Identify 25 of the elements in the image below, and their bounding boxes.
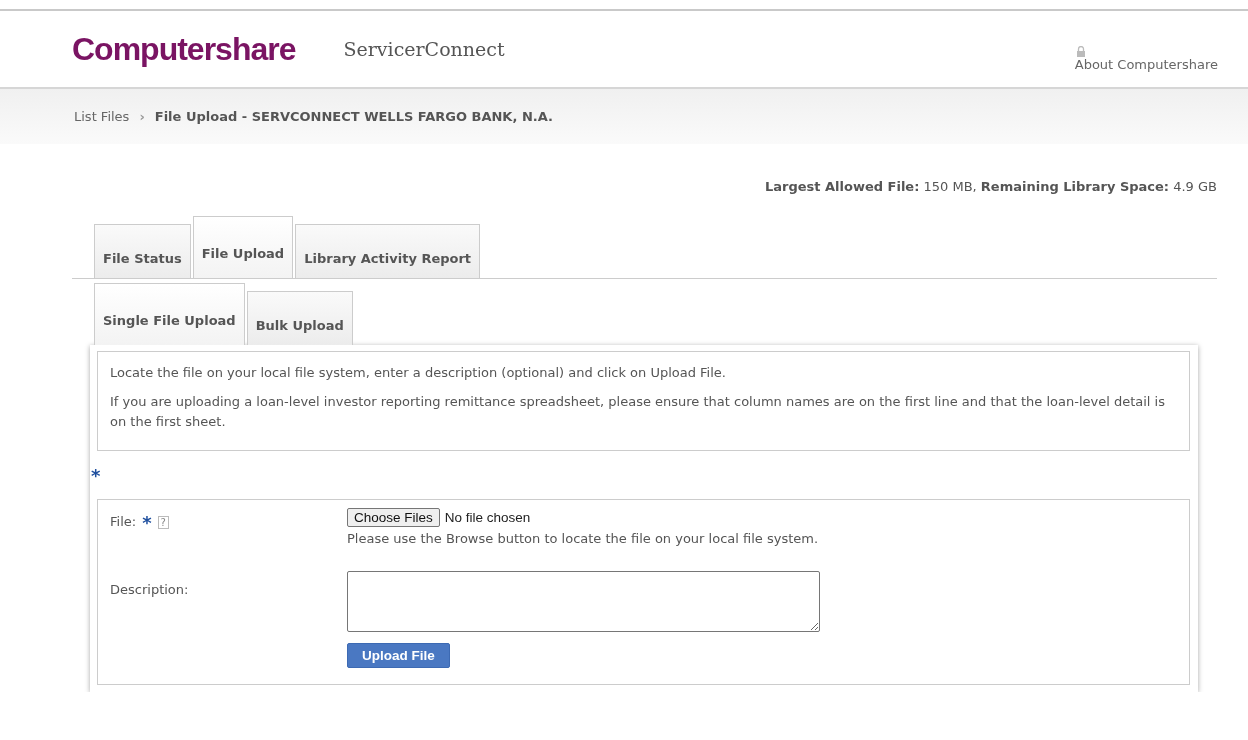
tab[interactable]: File Upload bbox=[192, 216, 294, 278]
field-label: Description: bbox=[110, 582, 189, 597]
tab[interactable]: File Status bbox=[94, 224, 191, 278]
breadcrumb-current: File Upload - SERVCONNECT WELLS FARGO BANK, N.A. bbox=[154, 109, 553, 124]
hint-text: Please use the Browse button to locate the file on your local file system. bbox=[347, 531, 820, 546]
tab[interactable]: Library Activity Report bbox=[295, 224, 481, 278]
description-field[interactable] bbox=[347, 571, 820, 632]
breadcrumb-link[interactable]: List Files bbox=[74, 109, 130, 124]
app-name: ServicerConnect bbox=[343, 38, 505, 60]
tab[interactable]: Bulk Upload bbox=[246, 291, 353, 345]
instruction-text: Locate the file on your local file system, enter a description (optional) and click on Upload File. bbox=[110, 364, 727, 382]
required-mark: * bbox=[142, 514, 152, 532]
field-label: File: bbox=[110, 514, 137, 529]
lock-icon bbox=[1076, 46, 1085, 57]
company-logo[interactable]: Computershare bbox=[72, 30, 296, 68]
choose-files-button[interactable]: Choose Files bbox=[347, 508, 440, 527]
instruction-text: If you are uploading a loan-level investor reporting remittance spreadsheet, please ensure that column names are on the first line and that the loan-level detail is on the first sheet. bbox=[110, 393, 1166, 431]
upload-button[interactable]: Upload File bbox=[347, 643, 450, 668]
chevron-icon: › bbox=[139, 109, 145, 124]
about-link[interactable]: About Computershare bbox=[1074, 57, 1218, 72]
tab[interactable]: Single File Upload bbox=[94, 283, 245, 345]
storage-limits: Largest Allowed File: 150 MB, Remaining Library Space: 4.9 GB bbox=[764, 179, 1217, 194]
file-status: No file chosen bbox=[444, 510, 531, 525]
required-mark: * bbox=[91, 467, 101, 485]
help-icon[interactable]: ? bbox=[157, 516, 169, 529]
